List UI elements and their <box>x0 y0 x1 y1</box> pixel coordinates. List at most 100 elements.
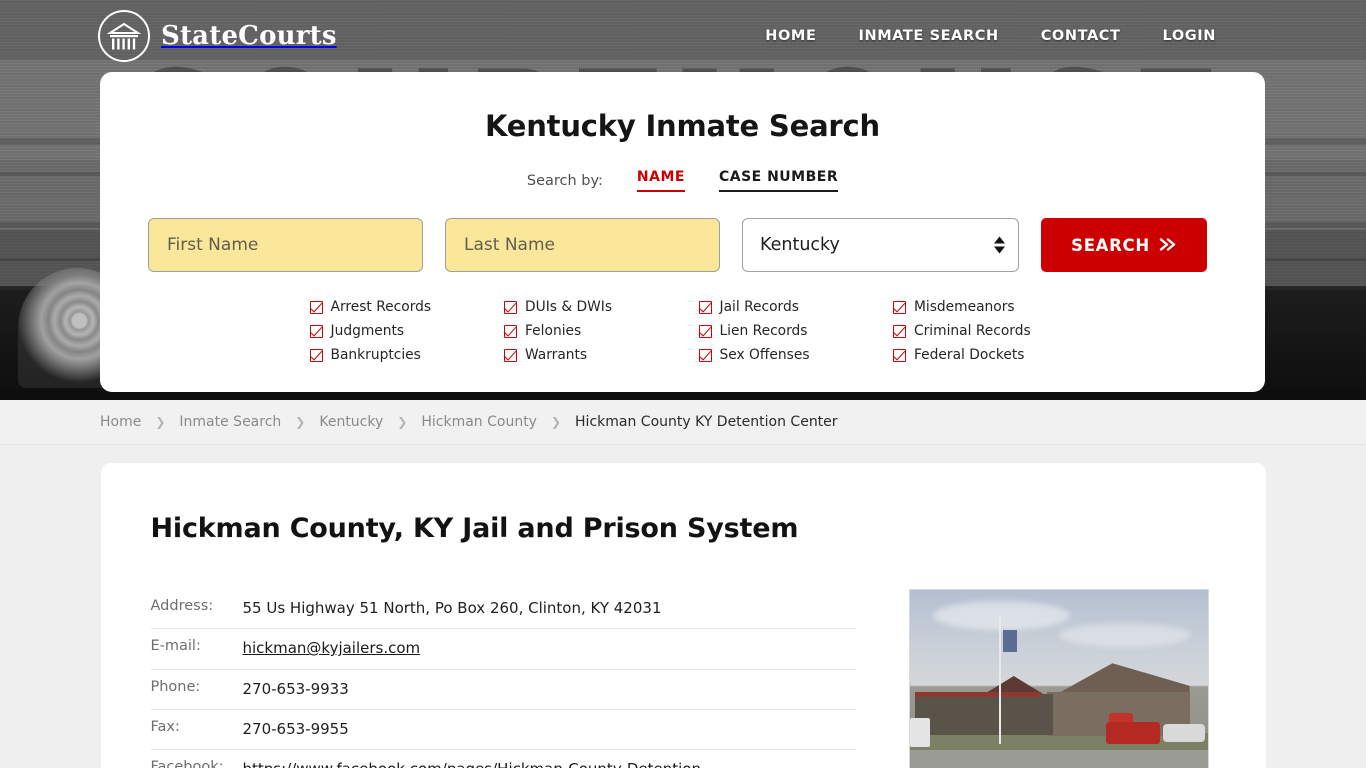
category-item[interactable]: Criminal Records <box>893 319 1088 343</box>
hero-header: COURTHOUSE StateCourts HOME INMATE <box>0 0 1366 400</box>
facility-info-wrap: Address: 55 Us Highway 51 North, Po Box … <box>150 589 1216 768</box>
facebook-link[interactable]: https://www.facebook.com/pages/Hickman-C… <box>243 760 707 768</box>
category-label: Arrest Records <box>330 299 432 315</box>
courthouse-circle-icon <box>98 10 150 62</box>
search-form-row: Kentucky SEARCH <box>148 218 1217 272</box>
detail-value: 55 Us Highway 51 North, Po Box 260, Clin… <box>242 599 662 617</box>
checkbox-checked-icon <box>504 300 517 314</box>
brand-name-text: StateCourts <box>161 21 337 51</box>
category-item[interactable]: Felonies <box>504 319 699 343</box>
checkbox-checked-icon <box>698 324 712 338</box>
detail-key: Fax: <box>150 718 180 735</box>
state-select-value: Kentucky <box>742 218 1019 272</box>
checkbox-checked-icon <box>309 348 323 362</box>
category-label: Lien Records <box>719 323 808 339</box>
detail-value: https://www.facebook.com/pages/Hickman-C… <box>243 759 856 768</box>
first-name-input[interactable] <box>148 218 423 272</box>
top-navigation-bar: StateCourts HOME INMATE SEARCH CONTACT L… <box>0 0 1366 72</box>
category-item[interactable]: Warrants <box>504 343 699 367</box>
category-item[interactable]: Jail Records <box>698 295 894 319</box>
state-select[interactable]: Kentucky <box>742 218 1019 272</box>
category-item[interactable]: Arrest Records <box>309 295 505 319</box>
category-item[interactable]: Sex Offenses <box>698 343 894 367</box>
category-label: Bankruptcies <box>330 347 421 363</box>
photo-building-trim <box>915 692 1041 698</box>
photo-road <box>909 752 1208 768</box>
category-label: Jail Records <box>719 299 799 315</box>
chevron-right-icon: ❯ <box>550 415 562 429</box>
chevron-right-icon: ❯ <box>155 415 166 429</box>
table-row: E-mail: hickman@kyjailers.com <box>150 629 856 670</box>
checkbox-checked-icon <box>309 324 323 338</box>
category-label: Warrants <box>525 347 588 363</box>
nav-item-inmate-search[interactable]: INMATE SEARCH <box>858 28 998 44</box>
category-label: Judgments <box>330 323 405 339</box>
main-nav: HOME INMATE SEARCH CONTACT LOGIN <box>765 28 1216 44</box>
checkbox-checked-icon <box>504 324 517 338</box>
chevron-updown-icon <box>994 236 1005 254</box>
facility-photo <box>908 589 1209 768</box>
category-item[interactable]: Lien Records <box>698 319 894 343</box>
facility-detail-table: Address: 55 Us Highway 51 North, Po Box … <box>150 589 856 768</box>
inmate-search-card: Kentucky Inmate Search Search by: NAME C… <box>100 72 1265 392</box>
table-row: Facebook: https://www.facebook.com/pages… <box>151 750 856 768</box>
breadcrumb: Home ❯ Inmate Search ❯ Kentucky ❯ Hickma… <box>100 414 838 430</box>
tab-search-by-case-number[interactable]: CASE NUMBER <box>718 169 839 192</box>
last-name-input[interactable] <box>445 218 720 272</box>
checkbox-checked-icon <box>893 348 906 362</box>
breadcrumb-item-current: Hickman County KY Detention Center <box>575 414 838 430</box>
breadcrumb-item-hickman-county[interactable]: Hickman County <box>421 414 537 430</box>
email-link[interactable]: hickman@kyjailers.com <box>243 639 421 657</box>
double-chevron-right-icon <box>1159 236 1177 255</box>
chevron-right-icon: ❯ <box>295 415 306 429</box>
checkbox-checked-icon <box>893 300 906 314</box>
nav-item-login[interactable]: LOGIN <box>1163 28 1216 44</box>
breadcrumb-item-home[interactable]: Home <box>100 414 141 430</box>
detail-key: Phone: <box>150 678 201 695</box>
checkbox-checked-icon <box>504 348 517 362</box>
table-row: Fax: 270-653-9955 <box>150 710 856 751</box>
category-item[interactable]: Bankruptcies <box>309 343 505 367</box>
detail-key: Address: <box>150 598 214 614</box>
breadcrumb-bar: Home ❯ Inmate Search ❯ Kentucky ❯ Hickma… <box>0 400 1366 445</box>
breadcrumb-item-inmate-search[interactable]: Inmate Search <box>179 414 281 430</box>
photo-van <box>909 718 931 748</box>
photo-building-left <box>915 694 1053 735</box>
category-item[interactable]: Judgments <box>309 319 505 343</box>
category-label: Federal Dockets <box>914 347 1025 363</box>
detail-value: 270-653-9933 <box>242 679 349 698</box>
search-card-title: Kentucky Inmate Search <box>485 109 880 143</box>
nav-item-home[interactable]: HOME <box>765 28 816 44</box>
photo-car <box>1162 723 1205 742</box>
photo-flag <box>1003 630 1018 653</box>
breadcrumb-item-kentucky[interactable]: Kentucky <box>319 414 383 430</box>
facility-detail-card: Hickman County, KY Jail and Prison Syste… <box>100 463 1266 768</box>
category-item[interactable]: Federal Dockets <box>893 343 1088 367</box>
checkbox-checked-icon <box>698 300 712 314</box>
photo-cloud <box>1058 622 1190 647</box>
checkbox-checked-icon <box>893 324 906 338</box>
category-label: Misdemeanors <box>914 299 1015 315</box>
detail-value: 270-653-9955 <box>242 719 349 738</box>
chevron-right-icon: ❯ <box>397 415 408 429</box>
category-label: Felonies <box>525 323 582 339</box>
record-category-list: Arrest Records DUIs & DWIs Jail Records … <box>278 295 1088 367</box>
search-button[interactable]: SEARCH <box>1041 218 1207 272</box>
brand-logo-link[interactable]: StateCourts <box>98 10 337 62</box>
photo-red-truck <box>1106 721 1160 744</box>
checkbox-checked-icon <box>309 300 323 314</box>
search-by-row: Search by: NAME CASE NUMBER <box>148 169 1217 192</box>
category-item[interactable]: Misdemeanors <box>893 295 1088 319</box>
tab-search-by-name[interactable]: NAME <box>636 169 685 192</box>
table-row: Phone: 270-653-9933 <box>150 670 856 710</box>
category-label: Sex Offenses <box>719 347 810 363</box>
category-item[interactable]: DUIs & DWIs <box>504 295 699 319</box>
checkbox-checked-icon <box>698 348 712 362</box>
category-label: Criminal Records <box>914 323 1031 339</box>
page-title: Hickman County, KY Jail and Prison Syste… <box>150 513 799 544</box>
nav-item-contact[interactable]: CONTACT <box>1041 28 1121 44</box>
page-body: Hickman County, KY Jail and Prison Syste… <box>0 445 1366 768</box>
detail-key: Facebook: <box>150 759 224 768</box>
detail-key: E-mail: <box>150 638 201 655</box>
detail-value: hickman@kyjailers.com <box>243 638 421 659</box>
